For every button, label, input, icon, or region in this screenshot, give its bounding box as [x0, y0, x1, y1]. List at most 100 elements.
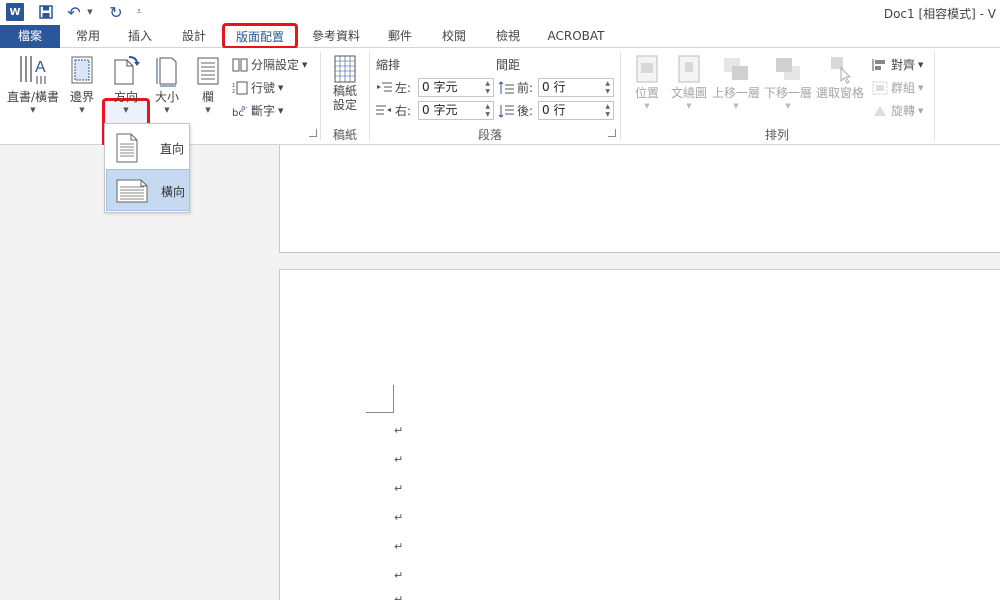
spin-up-icon[interactable]: ▲ — [605, 103, 610, 111]
chevron-down-icon: ▼ — [918, 60, 924, 69]
paragraph-mark: ↵ — [394, 511, 404, 524]
bring-forward-button[interactable]: 上移一層 ▼ — [710, 54, 762, 110]
orientation-dropdown: 直向 橫向 — [104, 123, 190, 213]
spin-down-icon[interactable]: ▼ — [485, 88, 490, 96]
paragraph-group-label: 段落 — [478, 128, 503, 142]
align-button[interactable]: 對齊 ▼ — [872, 56, 923, 73]
size-label: 大小 — [154, 90, 179, 104]
tab-design[interactable]: 設計 — [170, 25, 218, 48]
spin-down-icon[interactable]: ▼ — [485, 111, 490, 119]
indent-right-input[interactable]: 0 字元 ▲ ▼ — [418, 101, 494, 120]
page-setup-launcher-icon[interactable] — [309, 129, 317, 137]
size-button[interactable]: 大小 ▼ — [150, 54, 184, 114]
tab-view[interactable]: 檢視 — [484, 25, 532, 48]
tab-home[interactable]: 常用 — [64, 25, 112, 48]
tab-references[interactable]: 參考資料 — [302, 25, 370, 48]
paragraph-mark: ↵ — [394, 569, 404, 582]
chevron-down-icon: ▼ — [164, 106, 170, 114]
spin-down-icon[interactable]: ▼ — [605, 111, 610, 119]
indent-right-row: 右: — [376, 102, 411, 119]
orientation-landscape-option[interactable]: 橫向 — [106, 169, 190, 211]
undo-icon[interactable]: ↶ — [66, 3, 82, 22]
word-app-icon[interactable]: W — [6, 3, 24, 21]
hyphenation-button[interactable]: bc a- 斷字 ▼ — [232, 102, 283, 119]
send-backward-label: 下移一層 — [763, 86, 812, 100]
columns-label: 欄 — [201, 90, 214, 104]
group-icon — [872, 81, 888, 95]
margin-corner-marker — [366, 385, 394, 413]
spacing-before-icon — [498, 80, 514, 95]
breaks-button[interactable]: 分隔設定 ▼ — [232, 56, 307, 73]
line-numbers-button[interactable]: 12 行號 ▼ — [232, 79, 283, 96]
position-label: 位置 — [634, 86, 659, 100]
manuscript-settings-label-2: 設定 — [332, 98, 357, 112]
tab-mailings[interactable]: 郵件 — [376, 25, 424, 48]
tab-acrobat[interactable]: ACROBAT — [540, 25, 612, 48]
customize-quick-access-icon[interactable]: ⩡ — [134, 3, 144, 21]
orientation-button[interactable]: 方向 ▼ — [104, 54, 148, 114]
chevron-down-icon: ▼ — [278, 106, 284, 115]
text-direction-button[interactable]: A 直書/橫書 ▼ — [4, 54, 62, 114]
manuscript-group-label: 稿紙 — [333, 128, 358, 142]
spacing-before-label: 前: — [517, 81, 534, 95]
wrap-text-button[interactable]: 文繞圖 ▼ — [668, 54, 710, 110]
spacing-label: 間距 — [496, 58, 521, 72]
portrait-page-icon — [116, 133, 138, 163]
text-direction-icon: A — [20, 56, 46, 84]
spacing-after-input[interactable]: 0 行 ▲ ▼ — [538, 101, 614, 120]
tab-review[interactable]: 校閱 — [430, 25, 478, 48]
arrange-group-label: 排列 — [765, 128, 790, 142]
orientation-label: 方向 — [113, 90, 138, 104]
spacing-before-value: 0 行 — [542, 80, 566, 94]
line-numbers-icon: 12 — [232, 81, 248, 95]
position-button[interactable]: 位置 ▼ — [626, 54, 668, 110]
save-icon[interactable] — [38, 3, 54, 21]
wrap-text-label: 文繞圖 — [670, 86, 707, 100]
paragraph-launcher-icon[interactable] — [608, 129, 616, 137]
indent-left-label: 左: — [395, 81, 412, 95]
spin-up-icon[interactable]: ▲ — [485, 103, 490, 111]
columns-button[interactable]: 欄 ▼ — [192, 54, 224, 114]
spin-up-icon[interactable]: ▲ — [605, 80, 610, 88]
align-icon — [872, 58, 888, 72]
page-current[interactable] — [279, 269, 1000, 600]
indent-label: 縮排 — [376, 58, 401, 72]
bring-forward-label: 上移一層 — [711, 86, 760, 100]
redo-icon[interactable]: ↻ — [108, 3, 124, 22]
selection-pane-button[interactable]: 選取窗格 — [814, 54, 866, 101]
margins-icon — [71, 56, 93, 84]
group-label: 群組 — [891, 81, 916, 95]
undo-dropdown-icon[interactable]: ▼ — [86, 3, 94, 21]
group-separator — [620, 52, 621, 140]
spacing-after-icon — [498, 104, 514, 118]
rotate-icon — [872, 104, 888, 118]
margins-label: 邊界 — [69, 90, 94, 104]
spacing-before-input[interactable]: 0 行 ▲ ▼ — [538, 78, 614, 97]
text-direction-label: 直書/橫書 — [6, 90, 60, 104]
send-backward-icon — [776, 58, 800, 80]
orientation-portrait-option[interactable]: 直向 — [106, 127, 190, 169]
margins-button[interactable]: 邊界 ▼ — [64, 54, 100, 114]
spacing-after-label: 後: — [517, 104, 534, 118]
spin-up-icon[interactable]: ▲ — [485, 80, 490, 88]
group-button[interactable]: 群組 ▼ — [872, 79, 923, 96]
svg-text:A: A — [35, 59, 46, 76]
indent-left-input[interactable]: 0 字元 ▲ ▼ — [418, 78, 494, 97]
rotate-button[interactable]: 旋轉 ▼ — [872, 102, 923, 119]
bring-forward-icon — [724, 58, 748, 80]
spin-down-icon[interactable]: ▼ — [605, 88, 610, 96]
manuscript-settings-button[interactable]: 稿紙 設定 — [326, 54, 364, 112]
indent-left-icon — [376, 81, 392, 95]
tab-insert[interactable]: 插入 — [116, 25, 164, 48]
breaks-icon — [232, 58, 248, 72]
indent-left-value: 0 字元 — [422, 80, 458, 94]
chevron-down-icon: ▼ — [644, 102, 650, 110]
send-backward-button[interactable]: 下移一層 ▼ — [762, 54, 814, 110]
tab-file[interactable]: 檔案 — [0, 25, 60, 48]
svg-text:a-: a- — [241, 104, 248, 112]
columns-icon — [197, 57, 219, 85]
hyphenation-icon: bc a- — [232, 104, 248, 119]
breaks-label: 分隔設定 — [251, 58, 300, 72]
paragraph-mark: ↵ — [394, 593, 404, 600]
document-area — [0, 145, 1000, 600]
